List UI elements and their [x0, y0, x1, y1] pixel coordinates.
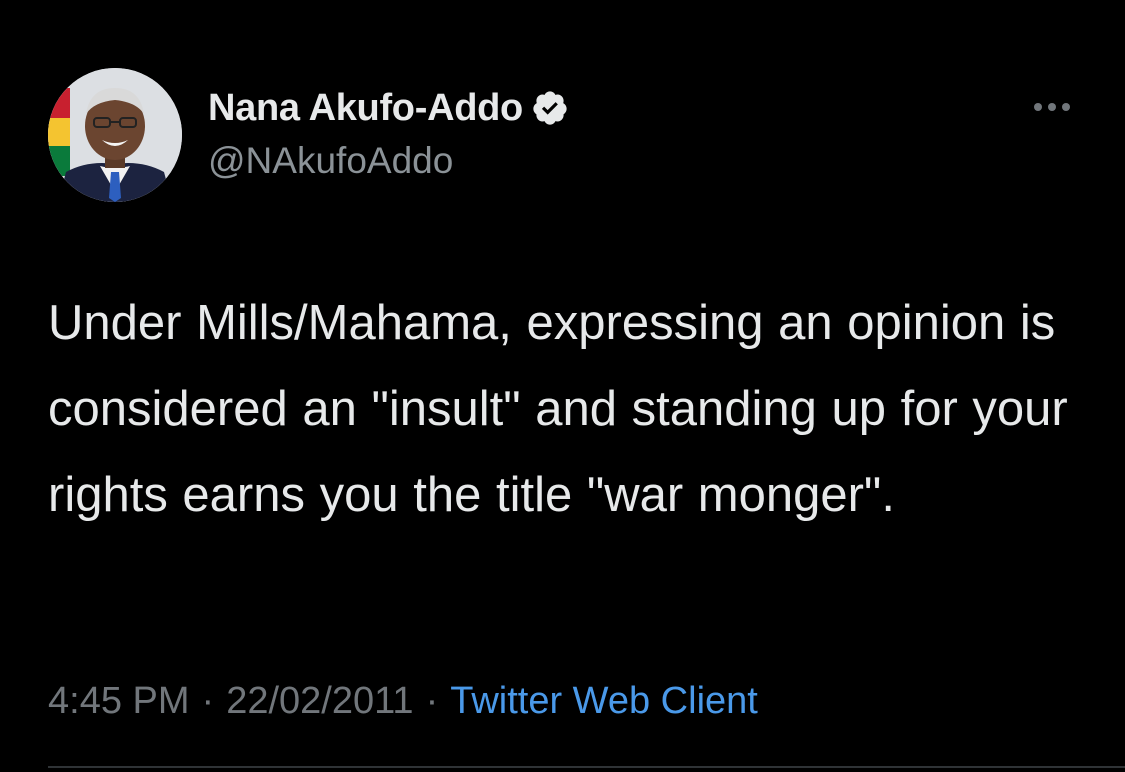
user-handle[interactable]: @NAkufoAddo — [208, 140, 453, 182]
more-horizontal-icon[interactable] — [1030, 96, 1074, 118]
avatar-image — [48, 68, 182, 202]
display-name[interactable]: Nana Akufo-Addo — [208, 87, 523, 130]
tweet-text: Under Mills/Mahama, expressing an opinio… — [48, 296, 1068, 522]
avatar[interactable] — [48, 68, 182, 202]
name-row: Nana Akufo-Addo — [208, 86, 569, 130]
tweet-meta: 4:45 PM · 22/02/2011 · Twitter Web Clien… — [48, 680, 758, 723]
verified-badge-icon — [531, 89, 569, 127]
tweet-source-link[interactable]: Twitter Web Client — [450, 680, 758, 723]
divider — [48, 766, 1125, 768]
tweet-time[interactable]: 4:45 PM — [48, 680, 190, 723]
tweet-date[interactable]: 22/02/2011 — [226, 680, 413, 723]
tweet-card: Nana Akufo-Addo @NAkufoAddo Under Mills/… — [0, 0, 1125, 772]
meta-separator: · — [425, 680, 439, 722]
meta-separator: · — [201, 680, 215, 722]
